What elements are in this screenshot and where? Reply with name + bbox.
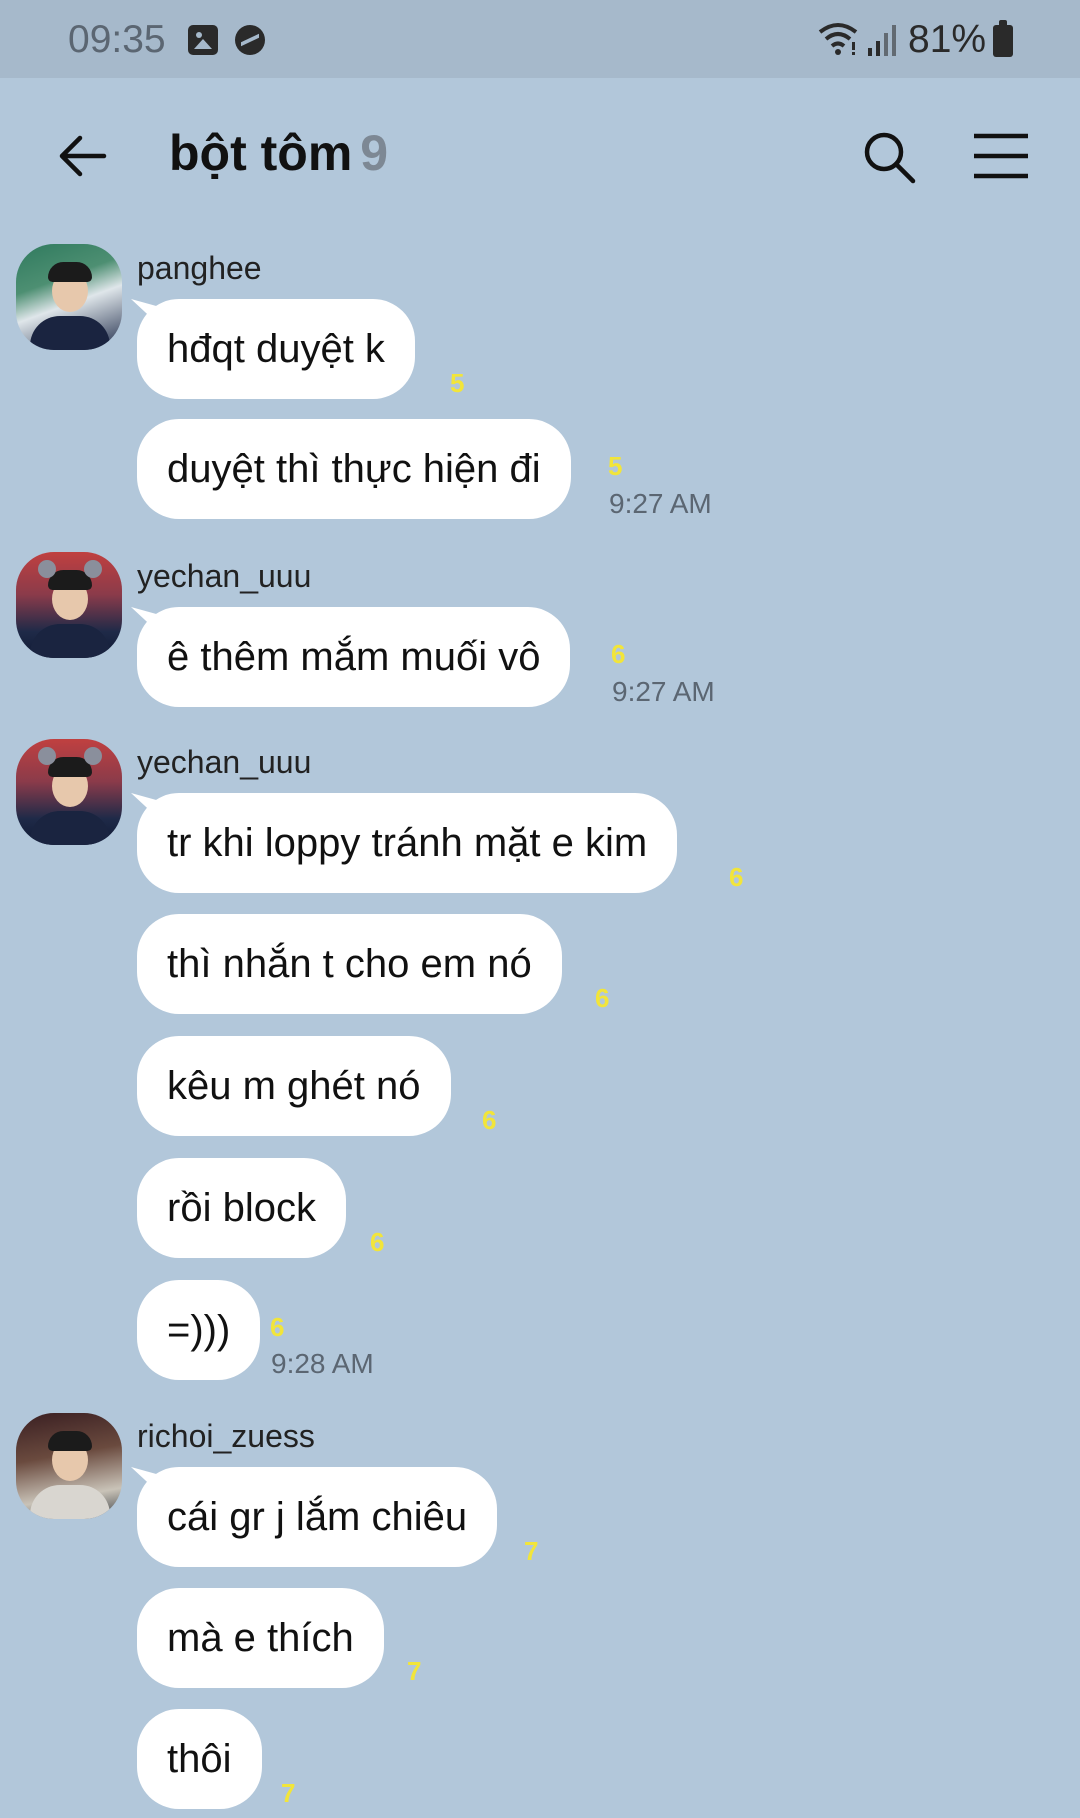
message-bubble[interactable]: ê thêm mắm muối vô xyxy=(137,607,571,707)
unread-count: 5 xyxy=(450,368,465,398)
unread-count: 6 xyxy=(595,983,610,1013)
message-bubble[interactable]: tr khi loppy tránh mặt e kim xyxy=(137,793,678,893)
unread-count: 6 xyxy=(729,862,744,892)
sender-name: richoi_zuess xyxy=(137,1418,315,1454)
chat-screen: 09:35 81% bột tôm 9 panghee hđqt duyệt k… xyxy=(0,0,1080,1818)
message-bubble[interactable]: mà e thích xyxy=(137,1588,384,1688)
unread-count: 7 xyxy=(281,1778,296,1808)
message-time: 9:27 AM xyxy=(609,488,712,519)
message-bubble[interactable]: =))) xyxy=(137,1280,261,1380)
message-bubble[interactable]: thì nhắn t cho em nó xyxy=(137,914,562,1014)
avatar-richoi-zuess[interactable] xyxy=(16,1413,122,1519)
message-bubble[interactable]: duyệt thì thực hiện đi xyxy=(137,419,571,519)
message-bubble[interactable]: rồi block xyxy=(137,1158,346,1258)
unread-count: 7 xyxy=(524,1536,539,1566)
unread-count: 5 xyxy=(608,451,623,481)
avatar-panghee[interactable] xyxy=(16,244,122,350)
unread-count: 6 xyxy=(370,1227,385,1257)
unread-count: 6 xyxy=(611,639,626,669)
message-bubble[interactable]: thôi xyxy=(137,1709,262,1809)
message-bubble[interactable]: cái gr j lắm chiêu xyxy=(137,1467,498,1567)
unread-count: 6 xyxy=(270,1312,285,1342)
unread-count: 7 xyxy=(407,1656,422,1686)
message-time: 9:27 AM xyxy=(612,676,715,707)
avatar-yechan-uuu[interactable] xyxy=(16,739,122,845)
sender-name: yechan_uuu xyxy=(137,558,312,594)
avatar-yechan-uuu[interactable] xyxy=(16,552,122,658)
message-bubble[interactable]: hđqt duyệt k xyxy=(137,299,415,399)
message-list[interactable]: panghee hđqt duyệt k 5 duyệt thì thực hi… xyxy=(0,0,1080,1818)
message-bubble[interactable]: kêu m ghét nó xyxy=(137,1036,451,1136)
sender-name: yechan_uuu xyxy=(137,744,312,780)
sender-name: panghee xyxy=(137,250,262,286)
message-time: 9:28 AM xyxy=(271,1348,374,1379)
unread-count: 6 xyxy=(482,1105,497,1135)
